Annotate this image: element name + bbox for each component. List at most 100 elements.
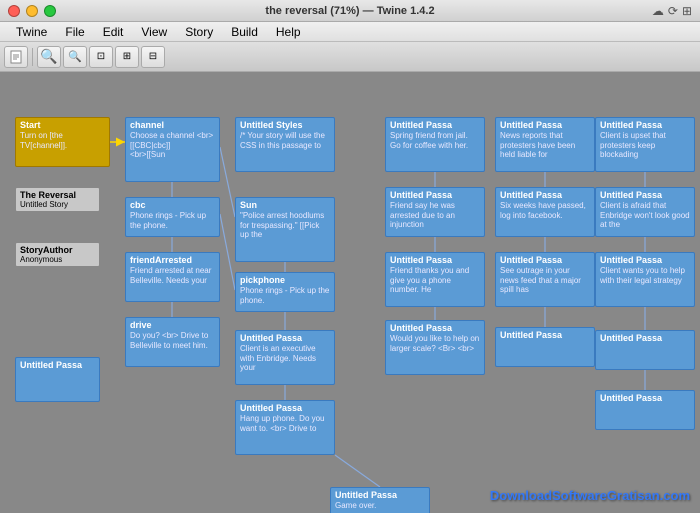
zoom-reset-button[interactable]: ⊞ [115,46,139,68]
close-button[interactable] [8,5,20,17]
new-story-button[interactable] [4,46,28,68]
info-value: Anonymous [20,255,95,264]
passage-body: Do you? <br> Drive to Belleville to meet… [130,331,215,350]
toolbar: 🔍 🔍 ⊡ ⊞ ⊟ [0,42,700,72]
passage-drive[interactable]: drive Do you? <br> Drive to Belleville t… [125,317,220,367]
passage-title: Untitled Passa [390,190,480,200]
passage-body: Game over. [335,501,425,511]
info-thereversal: The Reversal Untitled Story [15,187,100,212]
passage-body: Client is upset that protesters keep blo… [600,131,690,160]
passage-title: Untitled Passa [500,255,590,265]
menu-story[interactable]: Story [177,23,221,41]
passage-title: pickphone [240,275,330,285]
passage-title: drive [130,320,215,330]
passage-body: Spring friend from jail. Go for coffee w… [390,131,480,150]
passage-title: cbc [130,200,215,210]
passage-title: Untitled Passa [390,323,480,333]
passage-title: Untitled Passa [240,403,330,413]
passage-title: Untitled Passa [390,255,480,265]
zoom-in-button[interactable]: 🔍 [37,46,61,68]
passage-untitled-r3c5[interactable]: Untitled Passa See outrage in your news … [495,252,595,307]
passage-channel[interactable]: channel Choose a channel <br>[[CBC|cbc]]… [125,117,220,182]
info-label: StoryAuthor [20,245,95,255]
maximize-button[interactable] [44,5,56,17]
menu-build[interactable]: Build [223,23,266,41]
menu-edit[interactable]: Edit [95,23,132,41]
passage-body: Friend say he was arrested due to an inj… [390,201,480,230]
passage-sun[interactable]: Sun "Police arrest hoodlums for trespass… [235,197,335,262]
passage-title: Untitled Passa [600,333,690,343]
passage-title: Untitled Passa [600,255,690,265]
story-canvas[interactable]: Start Turn on [the TV[channel]]. channel… [0,72,700,513]
passage-title: Untitled Passa [600,190,690,200]
passage-title: Untitled Passa [600,393,690,403]
passage-body: Hang up phone. Do you want to. <br> Driv… [240,414,330,433]
passage-cbc[interactable]: cbc Phone rings - Pick up the phone. [125,197,220,237]
passage-body: Would you like to help on larger scale? … [390,334,480,353]
passage-body: Choose a channel <br>[[CBC|cbc]]<br>[[Su… [130,131,215,160]
passage-untitled-r4c5[interactable]: Untitled Passa [495,327,595,367]
passage-body: See outrage in your news feed that a maj… [500,266,590,295]
info-label: The Reversal [20,190,95,200]
zoom-fit-button[interactable]: ⊡ [89,46,113,68]
passage-title: Untitled Passa [500,330,590,340]
passage-start[interactable]: Start Turn on [the TV[channel]]. [15,117,110,167]
zoom-out-button[interactable]: 🔍 [63,46,87,68]
passage-body: Client is afraid that Enbridge won't loo… [600,201,690,230]
passage-body: Turn on [the TV[channel]]. [20,131,105,150]
passage-untitled-styles[interactable]: Untitled Styles /* Your story will use t… [235,117,335,172]
passage-body: "Police arrest hoodlums for trespassing.… [240,211,330,240]
info-value: Untitled Story [20,200,95,209]
passage-untitled-r2c4[interactable]: Untitled Passa Friend say he was arreste… [385,187,485,237]
menu-twine[interactable]: Twine [8,23,55,41]
menu-help[interactable]: Help [268,23,309,41]
passage-untitled-r4c4[interactable]: Untitled Passa Would you like to help on… [385,320,485,375]
passage-untitled-r1c5[interactable]: Untitled Passa News reports that protest… [495,117,595,172]
menu-file[interactable]: File [57,23,92,41]
passage-pickphone[interactable]: pickphone Phone rings - Pick up the phon… [235,272,335,312]
passage-body: Phone rings - Pick up the phone. [240,286,330,305]
window-controls[interactable] [8,5,56,17]
passage-untitled-r2c5[interactable]: Untitled Passa Six weeks have passed, lo… [495,187,595,237]
passage-title: channel [130,120,215,130]
passage-body: Client wants you to help with their lega… [600,266,690,285]
passage-title: Untitled Passa [20,360,95,370]
menubar: Twine File Edit View Story Build Help [0,22,700,42]
passage-gameover[interactable]: Untitled Passa Game over. [330,487,430,513]
passage-title: Untitled Passa [390,120,480,130]
passage-untitled-r1c6[interactable]: Untitled Passa Client is upset that prot… [595,117,695,172]
watermark: DownloadSoftwareGratisan.com [490,488,690,503]
passage-title: Untitled Passa [335,490,425,500]
passage-body: Friend arrested at near Belleville. Need… [130,266,215,285]
passage-untitled-blank1[interactable]: Untitled Passa [15,357,100,402]
passage-untitled-r2c6[interactable]: Untitled Passa Client is afraid that Enb… [595,187,695,237]
passage-title: Untitled Styles [240,120,330,130]
passage-title: friendArrested [130,255,215,265]
passage-executive[interactable]: Untitled Passa Client is an executive wi… [235,330,335,385]
passage-untitled-r5c6[interactable]: Untitled Passa [595,390,695,430]
passage-title: Start [20,120,105,130]
passage-title: Sun [240,200,330,210]
toolbar-sep-1 [32,48,33,66]
minimize-button[interactable] [26,5,38,17]
passage-body: Phone rings - Pick up the phone. [130,211,215,230]
passage-body: Friend thanks you and give you a phone n… [390,266,480,295]
titlebar: the reversal (71%) — Twine 1.4.2 ☁ ⟳ ⊞ [0,0,700,22]
passage-untitled-r3c6[interactable]: Untitled Passa Client wants you to help … [595,252,695,307]
menu-view[interactable]: View [133,23,175,41]
window-title: the reversal (71%) — Twine 1.4.2 [265,5,434,17]
passage-hangup[interactable]: Untitled Passa Hang up phone. Do you wan… [235,400,335,455]
passage-untitled-r4c6[interactable]: Untitled Passa [595,330,695,370]
passage-body: /* Your story will use the CSS in this p… [240,131,330,150]
passage-friendarrested[interactable]: friendArrested Friend arrested at near B… [125,252,220,302]
passage-title: Untitled Passa [240,333,330,343]
info-storyauthor: StoryAuthor Anonymous [15,242,100,267]
passage-untitled-r3c4[interactable]: Untitled Passa Friend thanks you and giv… [385,252,485,307]
zoom-extra-button[interactable]: ⊟ [141,46,165,68]
passage-body: Client is an executive with Enbridge. Ne… [240,344,330,373]
passage-title: Untitled Passa [600,120,690,130]
passage-body: News reports that protesters have been h… [500,131,590,160]
passage-title: Untitled Passa [500,120,590,130]
passage-title: Untitled Passa [500,190,590,200]
passage-untitled-r1c4[interactable]: Untitled Passa Spring friend from jail. … [385,117,485,172]
